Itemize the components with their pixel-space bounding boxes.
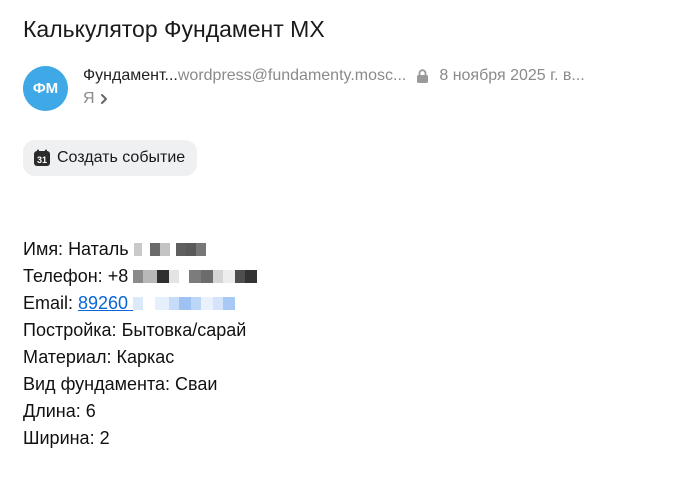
create-event-button[interactable]: 31 Создать событие (23, 140, 198, 176)
create-event-label: Создать событие (57, 149, 186, 166)
name-value: Наталь (68, 239, 129, 259)
field-width: Ширина: 2 (23, 425, 257, 452)
foundation-value: Сваи (175, 374, 218, 394)
redacted-phone (128, 266, 258, 286)
material-label: Материал: (23, 347, 117, 367)
lock-icon (417, 69, 429, 83)
length-label: Длина: (23, 401, 86, 421)
sender-line: Фундамент... wordpress@fundamenty.mosc..… (83, 66, 585, 86)
name-label: Имя: (23, 239, 69, 259)
length-value: 6 (85, 401, 96, 421)
email-view: Калькулятор Фундамент МХ ФМ Фундамент...… (0, 0, 695, 477)
phone-value: +8 (107, 266, 129, 286)
calendar-day: 31 (37, 155, 47, 165)
recipient-toggle[interactable]: Я (83, 89, 109, 109)
recipient-label: Я (83, 90, 95, 107)
email-date: 8 ноября 2025 г. в... (439, 67, 585, 84)
field-foundation: Вид фундамента: Сваи (23, 371, 257, 398)
field-building: Постройка: Бытовка/сарай (23, 317, 257, 344)
email-link[interactable]: 89260 (78, 293, 236, 313)
redacted-name (129, 239, 206, 259)
calendar-icon: 31 (34, 149, 50, 166)
width-label: Ширина: (23, 428, 100, 448)
width-value: 2 (99, 428, 110, 448)
building-label: Постройка: (23, 320, 122, 340)
email-subject: Калькулятор Фундамент МХ (23, 16, 325, 42)
field-name: Имя: Наталь (23, 236, 257, 263)
field-phone: Телефон: +8 (23, 263, 258, 290)
message-body: Имя: Наталь Телефон: +8 Email: 89260 Пос… (23, 236, 258, 452)
phone-label: Телефон: (23, 266, 108, 286)
sender-name[interactable]: Фундамент... (83, 66, 178, 86)
sender-avatar[interactable]: ФМ (23, 66, 68, 111)
chevron-right-icon (100, 94, 107, 104)
building-value: Бытовка/сарай (121, 320, 247, 340)
email-link-value: 89260 (78, 293, 129, 313)
field-material: Материал: Каркас (23, 344, 257, 371)
sender-email[interactable]: wordpress@fundamenty.mosc... (178, 66, 406, 86)
material-value: Каркас (116, 347, 175, 367)
email-label: Email: (23, 293, 79, 313)
field-email: Email: 89260 (23, 290, 257, 317)
foundation-label: Вид фундамента: (23, 374, 176, 394)
field-length: Длина: 6 (23, 398, 257, 425)
redacted-email (128, 293, 236, 313)
avatar-initials: ФМ (32, 80, 59, 97)
